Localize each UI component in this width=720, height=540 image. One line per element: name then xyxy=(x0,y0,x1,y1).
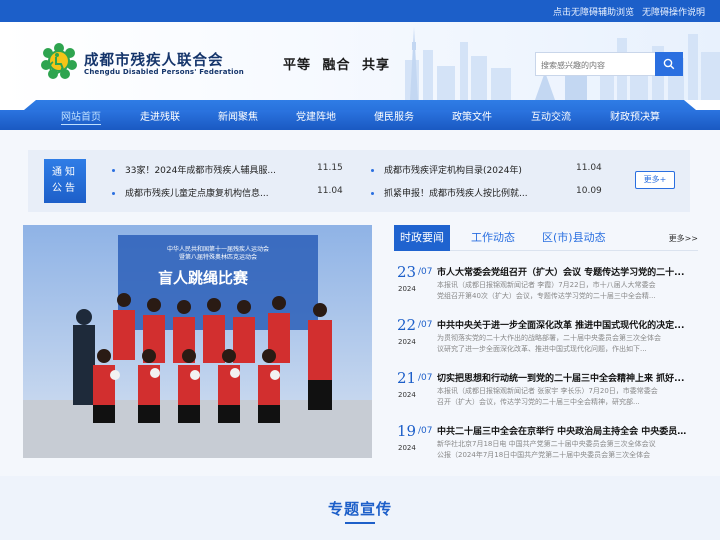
notice-label-line2: 公告 xyxy=(52,183,78,194)
org-name-en: Chengdu Disabled Persons' Federation xyxy=(84,68,244,76)
news-title: 切实把思想和行动统一到党的二十届三中全会精神上来 抓好... xyxy=(437,374,685,384)
notice-date: 11.15 xyxy=(317,163,343,173)
nav-item-party[interactable]: 党建阵地 xyxy=(296,108,336,123)
slogan: 平等 融合 共享 xyxy=(283,58,391,73)
notice-item[interactable]: 成都市残疾评定机构目录(2024年) xyxy=(371,163,522,176)
nav-item-policy[interactable]: 政策文件 xyxy=(452,108,492,123)
nav-item-budget[interactable]: 财政预决算 xyxy=(610,108,660,123)
news-title: 中共二十届三中全会在京举行 中央政治局主持全会 中央委员... xyxy=(437,427,687,437)
federation-logo-icon xyxy=(41,43,77,79)
news-day: 19 xyxy=(397,422,417,440)
tab-districts[interactable]: 区(市)县动态 xyxy=(542,225,606,251)
news-summary: 为贯彻落实党的二十大作出的战略部署，二十届中央委员会第三次全体会议研究了进一步全… xyxy=(437,334,661,353)
notice-item[interactable]: 抓紧申报！成都市残疾人按比例就... xyxy=(371,186,528,199)
notice-item[interactable]: 成都市残疾儿童定点康复机构信息... xyxy=(112,186,269,199)
bullet-icon xyxy=(112,169,115,172)
news-title: 中共中央关于进一步全面深化改革 推进中国式现代化的决定... xyxy=(437,321,685,331)
notice-label-line1: 通知 xyxy=(52,167,78,178)
nav-item-about[interactable]: 走进残联 xyxy=(140,108,180,123)
photo-banner-title: 盲人跳绳比赛 xyxy=(158,269,249,287)
accessibility-help-link[interactable]: 无障碍操作说明 xyxy=(642,5,705,18)
news-month: /07 xyxy=(418,320,433,330)
photo-banner-line2: 暨第八届特殊奥林匹克运动会 xyxy=(179,253,257,261)
tab-politics[interactable]: 时政要闻 xyxy=(394,225,450,251)
notice-more-button[interactable]: 更多+ xyxy=(635,171,675,189)
news-tabs: 时政要闻 工作动态 区(市)县动态 更多>> xyxy=(394,225,698,251)
special-topic-section: 专题宣传 xyxy=(0,476,720,540)
news-item[interactable]: 21 /07 2024 切实把思想和行动统一到党的二十届三中全会精神上来 抓好.… xyxy=(397,369,697,419)
photo-banner-line1: 中华人民共和国第十一届残疾人运动会 xyxy=(167,245,269,253)
site-header: 成都市残疾人联合会 Chengdu Disabled Persons' Fede… xyxy=(0,22,720,100)
featured-photo-image: 中华人民共和国第十一届残疾人运动会 暨第八届特殊奥林匹克运动会 盲人跳绳比赛 xyxy=(23,225,372,458)
nav-item-services[interactable]: 便民服务 xyxy=(374,108,414,123)
news-title: 市人大常委会党组召开（扩大）会议 专题传达学习党的二十... xyxy=(437,268,685,278)
notice-date: 10.09 xyxy=(576,186,602,196)
news-more-link[interactable]: 更多>> xyxy=(669,233,698,244)
news-summary: 新华社北京7月18日电 中国共产党第二十届中央委员会第三次全体会议公报（2024… xyxy=(437,440,656,459)
special-topic-title: 专题宣传 xyxy=(327,500,392,518)
tab-work[interactable]: 工作动态 xyxy=(471,225,515,251)
main-nav: 网站首页 走进残联 新闻聚焦 党建阵地 便民服务 政策文件 互动交流 财政预决算 xyxy=(0,100,720,130)
search-input[interactable] xyxy=(536,54,654,77)
news-month: /07 xyxy=(418,267,433,277)
bullet-icon xyxy=(112,192,115,195)
search-button[interactable] xyxy=(655,52,683,76)
news-day: 22 xyxy=(397,316,417,334)
notice-date: 11.04 xyxy=(317,186,343,196)
news-item[interactable]: 22 /07 2024 中共中央关于进一步全面深化改革 推进中国式现代化的决定.… xyxy=(397,316,697,366)
notice-title: 成都市残疾评定机构目录(2024年) xyxy=(384,166,522,176)
org-name-cn: 成都市残疾人联合会 xyxy=(84,53,224,69)
featured-photo[interactable]: 中华人民共和国第十一届残疾人运动会 暨第八届特殊奥林匹克运动会 盲人跳绳比赛 xyxy=(23,225,372,458)
nav-item-news[interactable]: 新闻聚焦 xyxy=(218,108,258,123)
search-icon xyxy=(663,58,675,70)
bullet-icon xyxy=(371,192,374,195)
news-year: 2024 xyxy=(398,391,416,399)
news-year: 2024 xyxy=(398,338,416,346)
news-month: /07 xyxy=(418,426,433,436)
news-day: 23 xyxy=(397,263,417,281)
notice-item[interactable]: 33家！2024年成都市残疾人辅具服... xyxy=(112,163,276,176)
news-item[interactable]: 23 /07 2024 市人大常委会党组召开（扩大）会议 专题传达学习党的二十.… xyxy=(397,263,697,313)
notice-title: 成都市残疾儿童定点康复机构信息... xyxy=(125,189,269,199)
news-year: 2024 xyxy=(398,444,416,452)
nav-item-home[interactable]: 网站首页 xyxy=(61,108,101,125)
notice-panel: 通知 公告 33家！2024年成都市残疾人辅具服... 11.15 成都市残疾评… xyxy=(28,150,690,212)
notice-title: 33家！2024年成都市残疾人辅具服... xyxy=(125,166,276,176)
news-month: /07 xyxy=(418,373,433,383)
news-item[interactable]: 19 /07 2024 中共二十届三中全会在京举行 中央政治局主持全会 中央委员… xyxy=(397,422,697,472)
notice-label: 通知 公告 xyxy=(44,159,86,203)
nav-item-interaction[interactable]: 互动交流 xyxy=(531,108,571,123)
notice-title: 抓紧申报！成都市残疾人按比例就... xyxy=(384,189,528,199)
news-summary: 本报讯（成都日报锦观新闻记者 张家宇 李长乐）7月20日，市委常委会召开（扩大）… xyxy=(437,387,658,406)
top-utility-bar: 点击无障碍辅助浏览 无障碍操作说明 xyxy=(0,0,720,22)
news-summary: 本报讯（成都日报锦观新闻记者 李霞）7月22日，市十八届人大常委会党组召开第40… xyxy=(437,281,656,300)
news-year: 2024 xyxy=(398,285,416,293)
special-topic-underline xyxy=(345,522,375,524)
news-day: 21 xyxy=(397,369,417,387)
notice-date: 11.04 xyxy=(576,163,602,173)
accessibility-assist-link[interactable]: 点击无障碍辅助浏览 xyxy=(553,5,634,18)
bullet-icon xyxy=(371,169,374,172)
search-box xyxy=(535,52,683,77)
